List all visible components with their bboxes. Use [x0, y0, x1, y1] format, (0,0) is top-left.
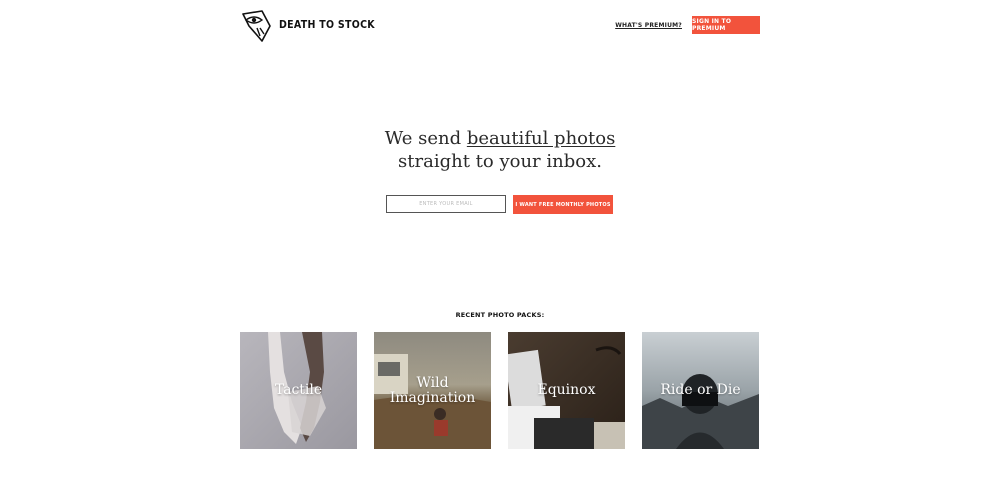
site-header: DEATH TO STOCK WHAT'S PREMIUM? SIGN IN T… — [240, 8, 760, 44]
email-input[interactable] — [386, 195, 506, 213]
pack-label-ride-or-die: Ride or Die — [660, 382, 741, 398]
photo-packs-grid: Tactile Wild Imagination Equinox Ride or… — [240, 332, 759, 449]
whats-premium-link[interactable]: WHAT'S PREMIUM? — [615, 22, 682, 29]
hero-headline: We send beautiful photos straight to you… — [0, 127, 1000, 173]
free-photos-submit-button[interactable]: I WANT FREE MONTHLY PHOTOS — [513, 195, 613, 214]
pack-wild-imagination[interactable]: Wild Imagination — [374, 332, 491, 449]
hero-highlight: beautiful photos — [466, 128, 616, 149]
hero-line-2: straight to your inbox. — [398, 151, 602, 172]
top-nav: WHAT'S PREMIUM? SIGN IN TO PREMIUM — [615, 16, 760, 34]
pack-tactile[interactable]: Tactile — [240, 332, 357, 449]
logo[interactable]: DEATH TO STOCK — [240, 8, 375, 42]
recent-packs-title: RECENT PHOTO PACKS: — [455, 311, 545, 319]
signup-form: I WANT FREE MONTHLY PHOTOS — [386, 195, 613, 214]
pack-label-equinox: Equinox — [537, 382, 596, 398]
hero-line-1-prefix: We send — [384, 128, 467, 149]
pack-ride-or-die[interactable]: Ride or Die — [642, 332, 759, 449]
eye-hand-logo-icon — [242, 10, 271, 42]
pack-label-tactile: Tactile — [274, 382, 323, 398]
brand-name: DEATH TO STOCK — [279, 19, 375, 31]
pack-equinox[interactable]: Equinox — [508, 332, 625, 449]
pack-label-wild-imagination: Wild Imagination — [389, 374, 476, 406]
sign-in-premium-button[interactable]: SIGN IN TO PREMIUM — [692, 16, 760, 34]
hero-line-1: We send beautiful photos — [0, 127, 1000, 150]
